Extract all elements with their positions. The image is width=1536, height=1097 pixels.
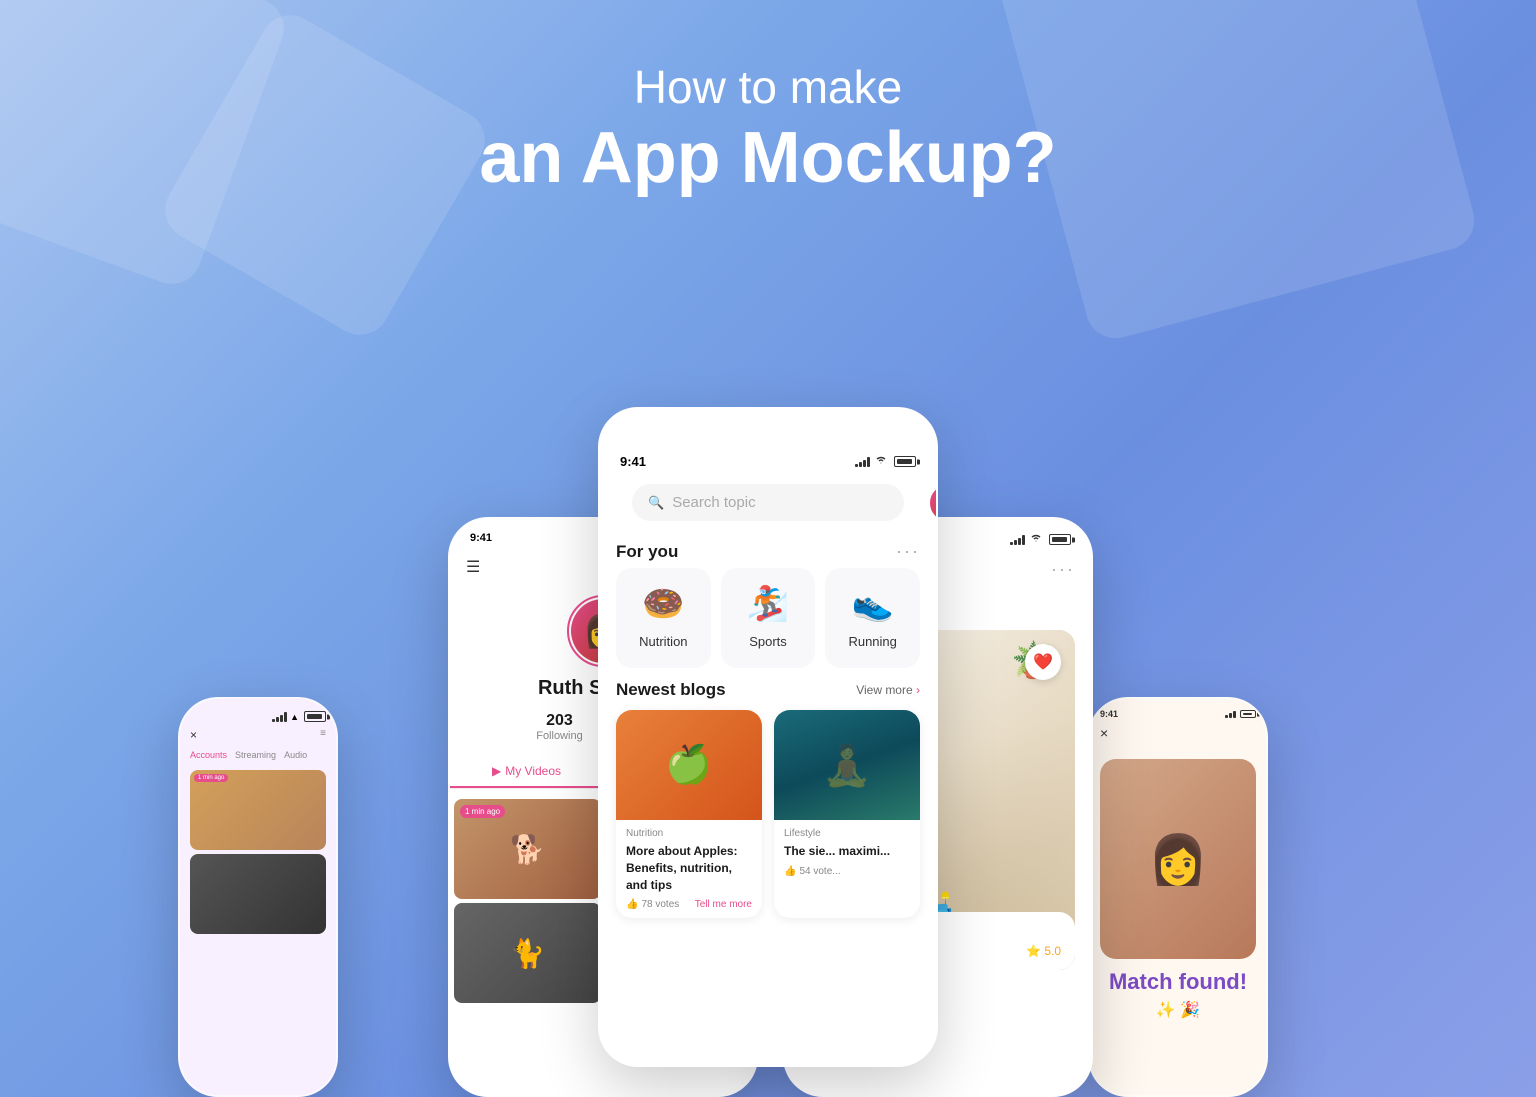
topic-card-sports[interactable]: 🏂 Sports [721, 568, 816, 668]
phone-far-left: ▲ × ≡ Accounts Streaming Audio 1 min ago [178, 697, 338, 1097]
blogs-header: Newest blogs View more › [600, 680, 936, 710]
blog-card-nutrition[interactable]: 🍏 Nutrition More about Apples: Benefits,… [616, 710, 762, 918]
blog-title-1: More about Apples: Benefits, nutrition, … [626, 843, 752, 893]
for-you-section-header: For you ··· [600, 531, 936, 568]
following-stat: 203 Following [536, 712, 582, 742]
search-bar-container: 🔍 Search topic 👩 [616, 484, 920, 521]
center-status-icons [855, 455, 916, 468]
far-left-battery-icon [304, 711, 326, 722]
far-right-close-icon[interactable]: × [1100, 725, 1108, 741]
phone-far-right: 9:41 × 👩 Match found! ✨ 🎉 [1088, 697, 1268, 1097]
topic-card-running[interactable]: 👟 Running [825, 568, 920, 668]
for-you-menu-icon[interactable]: ··· [896, 541, 920, 562]
blog-content-2: Lifestyle The sie... maximi... 👍 54 vote… [774, 820, 920, 885]
search-bar[interactable]: 🔍 Search topic [632, 484, 904, 521]
topics-row: 🍩 Nutrition 🏂 Sports 👟 Running [600, 568, 936, 668]
nutrition-label: Nutrition [639, 634, 687, 649]
blog-votes-2: 👍 54 vote... [784, 866, 841, 877]
center-wifi-icon [874, 455, 888, 468]
far-left-content: ▲ × ≡ Accounts Streaming Audio 1 min ago [180, 699, 336, 946]
play-icon: ▶ [492, 764, 501, 778]
left-phone-time: 9:41 [470, 532, 492, 544]
blog-content-1: Nutrition More about Apples: Benefits, n… [616, 820, 762, 918]
newest-blogs-title: Newest blogs [616, 680, 726, 700]
running-emoji: 👟 [852, 584, 894, 624]
blog-cards-row: 🍏 Nutrition More about Apples: Benefits,… [600, 710, 936, 918]
blog-votes-1: 👍 78 votes [626, 899, 679, 910]
far-right-battery [1240, 710, 1256, 718]
match-person-image: 👩 [1100, 759, 1256, 959]
user-avatar[interactable]: 👩 [928, 483, 938, 523]
apple-emoji: 🍏 [665, 743, 712, 787]
room-rating: ⭐ 5.0 [1026, 944, 1061, 958]
far-left-close-icon[interactable]: × [190, 728, 197, 742]
heart-button[interactable]: ❤️ [1025, 644, 1061, 680]
search-placeholder: Search topic [672, 494, 755, 511]
confetti-decoration: ✨ 🎉 [1156, 1000, 1200, 1020]
far-left-filter-icon[interactable]: ≡ [320, 728, 326, 742]
far-right-signal [1225, 710, 1236, 718]
center-time: 9:41 [620, 454, 646, 469]
right-status-icons [1010, 533, 1071, 546]
phone-center: 9:41 🔍 Search topic 👩 For you ··· [598, 407, 938, 1067]
far-left-tab-streaming[interactable]: Streaming [235, 750, 276, 760]
far-left-tabs: Accounts Streaming Audio [190, 750, 326, 760]
thumbs-up-icon: 👍 [626, 899, 638, 910]
right-signal-icon [1010, 535, 1025, 545]
blog-image-lifestyle: 🧘 [774, 710, 920, 820]
center-battery-icon [894, 456, 916, 467]
hamburger-icon[interactable]: ☰ [466, 557, 480, 577]
user-avatar-image: 👩 [930, 485, 938, 521]
far-left-video-2 [190, 854, 326, 934]
phone-notch [708, 409, 828, 437]
sports-label: Sports [749, 634, 787, 649]
blog-image-nutrition: 🍏 [616, 710, 762, 820]
blog-category-1: Nutrition [626, 828, 752, 839]
right-wifi-icon [1029, 533, 1043, 546]
match-person-photo: 👩 [1100, 759, 1256, 959]
far-left-wifi-icon: ▲ [290, 712, 299, 722]
nutrition-emoji: 🍩 [642, 584, 684, 624]
blogs-section: Newest blogs View more › 🍏 Nutrition Mor… [600, 668, 936, 918]
far-left-badge-1: 1 min ago [194, 774, 228, 782]
far-left-tab-accounts[interactable]: Accounts [190, 750, 227, 760]
blog-card-lifestyle[interactable]: 🧘 Lifestyle The sie... maximi... 👍 54 vo… [774, 710, 920, 918]
header-subtitle: How to make [0, 60, 1536, 114]
match-found-text: Match found! [1109, 969, 1247, 995]
blog-footer-2: 👍 54 vote... [784, 866, 910, 877]
thumbs-up-icon-2: 👍 [784, 866, 796, 877]
video-thumb-3[interactable]: 🐈 [454, 903, 601, 1003]
tab-my-videos[interactable]: ▶ My Videos [450, 756, 603, 788]
search-icon: 🔍 [648, 495, 664, 511]
far-left-video-1: 1 min ago [190, 770, 326, 850]
header-title: an App Mockup? [0, 119, 1536, 198]
blog-title-2: The sie... maximi... [784, 843, 910, 860]
blog-category-2: Lifestyle [784, 828, 910, 839]
video-badge-1: 1 min ago [460, 805, 505, 818]
phones-container: ▲ × ≡ Accounts Streaming Audio 1 min ago [168, 347, 1368, 1097]
sports-emoji: 🏂 [747, 584, 789, 624]
view-more-link[interactable]: View more › [856, 683, 920, 697]
blog-footer-1: 👍 78 votes Tell me more [626, 899, 752, 910]
video-thumb-1[interactable]: 1 min ago 🐕 [454, 799, 601, 899]
far-right-time: 9:41 [1100, 709, 1118, 719]
blog-link-1[interactable]: Tell me more [695, 899, 752, 910]
favorites-menu-icon[interactable]: ··· [1051, 559, 1075, 580]
far-right-content: 9:41 × 👩 Match found! ✨ 🎉 [1090, 699, 1266, 1030]
far-left-signal [272, 712, 287, 722]
right-battery-icon [1049, 534, 1071, 545]
header-section: How to make an App Mockup? [0, 0, 1536, 198]
running-label: Running [848, 634, 896, 649]
topic-card-nutrition[interactable]: 🍩 Nutrition [616, 568, 711, 668]
view-more-arrow-icon: › [916, 683, 920, 697]
following-count: 203 [546, 712, 573, 730]
far-left-tab-audio[interactable]: Audio [284, 750, 307, 760]
for-you-title: For you [616, 542, 678, 562]
center-signal-icon [855, 457, 870, 467]
star-icon: ⭐ [1026, 944, 1041, 958]
following-label: Following [536, 730, 582, 742]
